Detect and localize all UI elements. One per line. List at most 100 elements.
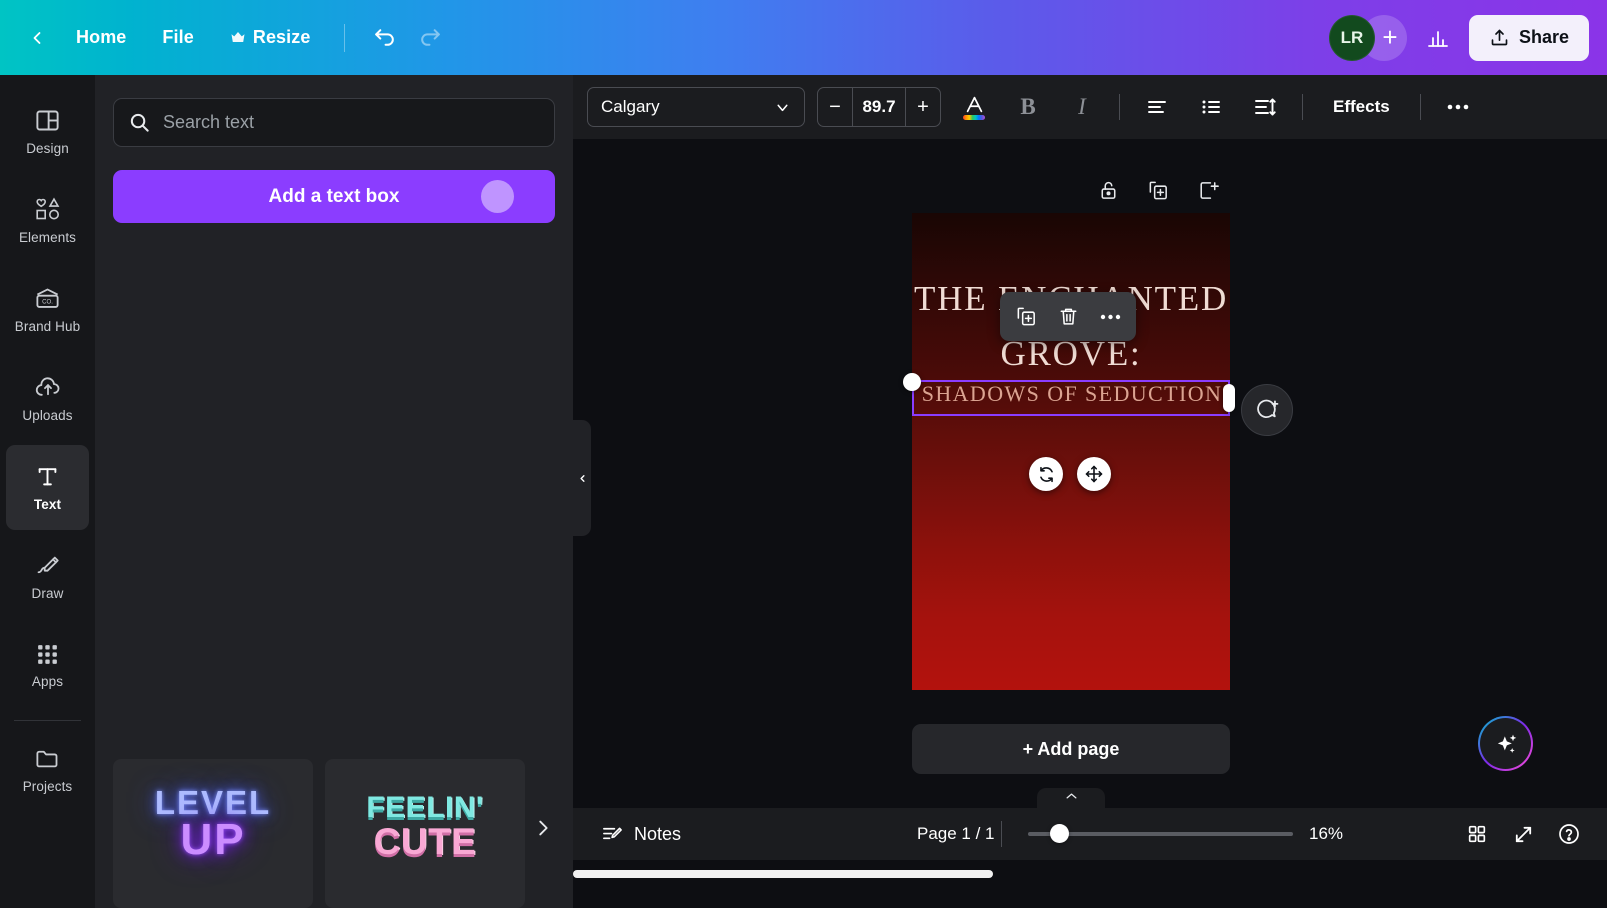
selection-handle-right[interactable] [1223,384,1235,412]
bottom-right-tools [1457,814,1589,854]
zoom-percent-label[interactable]: 16% [1309,824,1355,844]
header-left-group: Home File Resize [18,17,451,59]
lock-icon[interactable] [1090,172,1126,208]
share-button[interactable]: Share [1469,15,1589,61]
context-duplicate-icon[interactable] [1006,297,1046,337]
duplicate-icon[interactable] [1140,172,1176,208]
brand-card-icon: CO. [34,285,61,312]
sidebar-item-apps[interactable]: Apps [6,623,89,708]
panel-collapse-chevron-left-icon[interactable] [573,420,591,536]
file-menu-button[interactable]: File [146,18,209,58]
bullet-list-icon[interactable] [1190,86,1232,128]
minus-icon: − [829,96,841,119]
add-page-label: + Add page [1023,739,1120,760]
selection-handle-top-left[interactable] [903,373,921,391]
help-question-icon[interactable] [1549,814,1589,854]
zoom-controls: 16% [1028,824,1355,844]
toolbar-more-dots-icon[interactable] [1437,86,1479,128]
template-line-1: LEVEL [113,787,313,819]
context-trash-icon[interactable] [1048,297,1088,337]
text-template-thumbnail[interactable]: FEELIN' CUTE [325,759,525,908]
sidebar-label-brand-hub: Brand Hub [15,319,80,334]
grid-view-icon[interactable] [1457,814,1497,854]
page-indicator[interactable]: Page 1 / 1 [907,818,1005,850]
bold-button[interactable]: B [1007,86,1049,128]
move-handle[interactable] [1077,457,1111,491]
add-comment-icon[interactable] [1241,384,1293,436]
bottom-divider [1001,821,1002,847]
sidebar-item-draw[interactable]: Draw [6,534,89,619]
font-size-increase-button[interactable]: + [906,88,940,126]
apps-grid-icon [35,642,60,667]
zoom-slider-thumb[interactable] [1050,824,1069,843]
add-page-after-icon[interactable] [1190,172,1226,208]
sidebar-item-brand-hub[interactable]: CO. Brand Hub [6,267,89,352]
plus-icon: + [917,96,929,119]
context-more-dots-icon[interactable] [1090,297,1130,337]
svg-text:CO.: CO. [42,300,53,306]
sidebar-item-design[interactable]: Design [6,89,89,174]
text-editing-toolbar: Calgary − 89.7 + B I [573,75,1607,139]
sidebar-item-text[interactable]: Text [6,445,89,530]
add-a-text-box-button[interactable]: Add a text box [113,170,555,223]
folder-icon [34,745,61,772]
search-text-field[interactable] [113,98,555,147]
horizontal-scroll-area [573,860,1607,908]
bold-label: B [1020,94,1035,120]
resize-button[interactable]: Resize [214,18,327,58]
pen-draw-icon [34,552,61,579]
notes-label: Notes [634,824,681,845]
italic-button[interactable]: I [1061,86,1103,128]
sidebar-item-projects[interactable]: Projects [6,727,89,812]
notes-button[interactable]: Notes [591,817,691,852]
font-color-A-icon[interactable] [953,86,995,128]
home-button[interactable]: Home [60,18,142,58]
home-label: Home [76,27,126,48]
mouse-cursor-ripple [481,180,514,213]
sidebar-item-uploads[interactable]: Uploads [6,356,89,441]
toolbar-divider [1302,94,1303,120]
text-template-thumbnail[interactable]: LEVEL UP [113,759,313,908]
page-tools-group [1090,172,1226,208]
back-chevron-icon[interactable] [18,19,56,57]
search-input[interactable] [163,112,540,133]
notes-icon [601,823,624,846]
text-t-icon [34,463,61,490]
magic-sparkles-icon[interactable] [1478,716,1533,771]
search-icon [128,111,151,134]
font-size-input[interactable]: 89.7 [852,88,906,126]
share-label: Share [1519,27,1569,48]
text-templates-carousel: LEVEL UP FEELIN' CUTE [95,723,573,908]
undo-icon[interactable] [363,17,405,59]
color-gradient-bar [963,115,985,120]
shapes-icon [34,196,62,223]
horizontal-scrollbar[interactable] [573,870,993,878]
font-size-decrease-button[interactable]: − [818,88,852,126]
carousel-next-chevron-right-icon[interactable] [525,810,561,846]
add-page-button[interactable]: + Add page [912,724,1230,774]
font-family-select[interactable]: Calgary [587,87,805,127]
zoom-slider[interactable] [1028,832,1293,836]
sidebar-label-text: Text [34,497,61,512]
design-page-1[interactable]: THE ENCHANTED GROVE: SHADOWS OF SEDUCTIO… [912,213,1230,690]
sidebar-item-elements[interactable]: Elements [6,178,89,263]
rotate-handle[interactable] [1029,457,1063,491]
design-subtitle-text[interactable]: SHADOWS OF SEDUCTION [916,381,1228,407]
bottom-panel-toggle[interactable] [1037,788,1105,810]
avatar[interactable]: LR [1329,15,1375,61]
share-upload-icon [1489,27,1510,48]
template-line-1: FEELIN' [325,793,525,823]
crown-icon [230,31,246,44]
bottom-status-bar: Notes Page 1 / 1 16% [573,808,1607,860]
text-align-icon[interactable] [1136,86,1178,128]
chevron-up-icon [1064,791,1079,801]
chevron-down-icon [774,99,791,116]
line-spacing-icon[interactable] [1244,86,1286,128]
effects-button[interactable]: Effects [1319,87,1404,127]
bar-chart-icon[interactable] [1417,17,1459,59]
effects-label: Effects [1333,97,1390,117]
expand-icon[interactable] [1503,814,1543,854]
font-size-stepper: − 89.7 + [817,87,941,127]
sidebar-label-apps: Apps [32,674,63,689]
redo-icon[interactable] [409,17,451,59]
